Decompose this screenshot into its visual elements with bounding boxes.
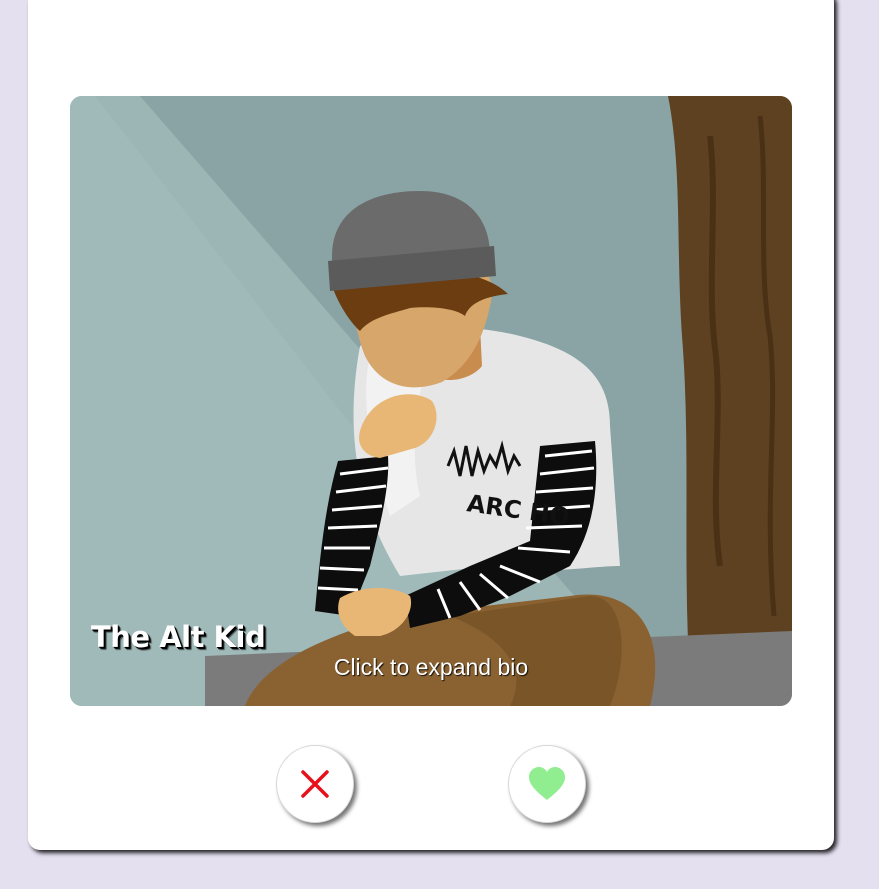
profile-name: The Alt Kid — [91, 620, 266, 654]
profile-card: ARC HO The Alt Kid Click to expand bio — [28, 0, 834, 850]
close-icon — [301, 770, 329, 798]
heart-icon — [529, 767, 565, 800]
expand-bio-hint[interactable]: Click to expand bio — [70, 654, 792, 681]
profile-photo[interactable]: ARC HO The Alt Kid Click to expand bio — [70, 96, 792, 706]
profile-illustration: ARC HO — [70, 96, 792, 706]
like-button[interactable] — [508, 745, 586, 823]
dislike-button[interactable] — [276, 745, 354, 823]
